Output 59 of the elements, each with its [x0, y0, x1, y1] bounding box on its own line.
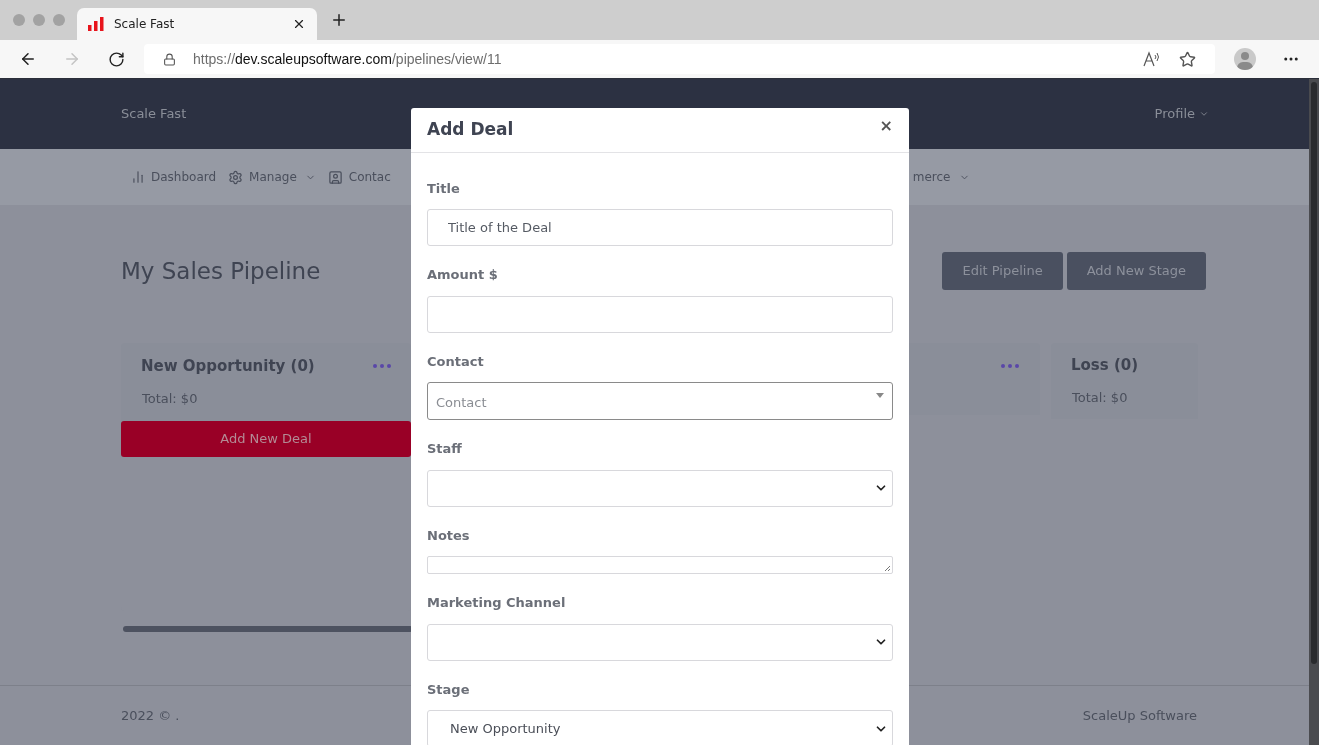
menu-item[interactable]: Dashboard — [131, 168, 217, 186]
brand-link[interactable]: Scale Fast — [121, 104, 187, 124]
bar-chart-icon — [131, 170, 145, 184]
field-label: Marketing Channel — [427, 594, 567, 612]
menu-item[interactable]: merce — [912, 168, 970, 186]
stage-menu-icon[interactable] — [373, 363, 391, 370]
menu-item[interactable]: Contac — [327, 168, 391, 186]
text-field[interactable]: Title of the Deal — [427, 209, 893, 246]
window-minimize-control[interactable] — [33, 14, 45, 26]
close-icon[interactable] — [292, 17, 306, 31]
lock-icon — [163, 52, 176, 66]
field-label: Stage — [427, 680, 471, 699]
notes-textarea[interactable] — [427, 556, 893, 574]
back-icon[interactable] — [19, 50, 37, 68]
close-button[interactable]: × — [879, 113, 893, 138]
tab-title: Scale Fast — [114, 16, 176, 33]
profile-avatar[interactable] — [1234, 48, 1256, 70]
select-field[interactable] — [427, 623, 893, 661]
dialog-title: Add Deal — [427, 118, 514, 141]
field-label: Title — [427, 179, 461, 198]
menu-item[interactable]: Manage — [228, 168, 316, 186]
vertical-scrollbar[interactable] — [1309, 79, 1319, 745]
new-tab-icon[interactable] — [330, 11, 348, 29]
select-field[interactable]: New Opportunity — [427, 710, 893, 745]
dropdown-arrow-icon — [876, 392, 884, 398]
forward-icon[interactable] — [63, 50, 81, 68]
bar-chart-icon — [88, 17, 104, 31]
copyright-text: 2022 © . — [121, 706, 180, 725]
window-close-control[interactable] — [13, 14, 25, 26]
resize-handle-icon — [883, 564, 891, 572]
add-favorite-icon[interactable] — [1179, 50, 1196, 68]
stage-total: Total: $0 — [141, 389, 199, 408]
page-title: My Sales Pipeline — [121, 256, 321, 286]
field-label: Contact — [427, 352, 485, 371]
stage-title: Loss (0) — [1070, 355, 1140, 376]
toolbar-button[interactable]: Add New Stage — [1066, 252, 1206, 290]
address-bar[interactable]: https://dev.scaleupsoftware.com/pipelines/view/11 — [144, 44, 1215, 74]
field-label: Staff — [427, 440, 463, 458]
caret-icon — [1199, 109, 1209, 119]
field-label: Notes — [427, 526, 471, 545]
url-text: https://dev.scaleupsoftware.com/pipelines/view/11 — [193, 49, 502, 69]
stage-menu-icon[interactable] — [1001, 363, 1019, 369]
horizontal-scrollbar[interactable] — [123, 626, 413, 632]
read-aloud-icon[interactable] — [1143, 51, 1161, 67]
contact-select[interactable]: Contact — [427, 382, 893, 420]
window-zoom-control[interactable] — [53, 14, 65, 26]
add-deal-button[interactable]: Add New Deal — [121, 421, 411, 457]
profile-menu[interactable]: Profile — [1154, 104, 1209, 124]
contact-card-icon — [327, 169, 343, 185]
reload-icon[interactable] — [108, 50, 125, 68]
select-field[interactable] — [427, 469, 893, 507]
field-label: Amount $ — [427, 266, 499, 284]
stage-total: Total: $0 — [1071, 388, 1129, 407]
browser-tab[interactable]: Scale Fast — [77, 8, 317, 40]
stage-title: New Opportunity (0) — [141, 356, 315, 377]
toolbar-button[interactable]: Edit Pipeline — [942, 252, 1063, 290]
company-name: ScaleUp Software — [1082, 706, 1197, 725]
gear-icon — [228, 169, 244, 185]
text-field[interactable] — [427, 295, 893, 333]
